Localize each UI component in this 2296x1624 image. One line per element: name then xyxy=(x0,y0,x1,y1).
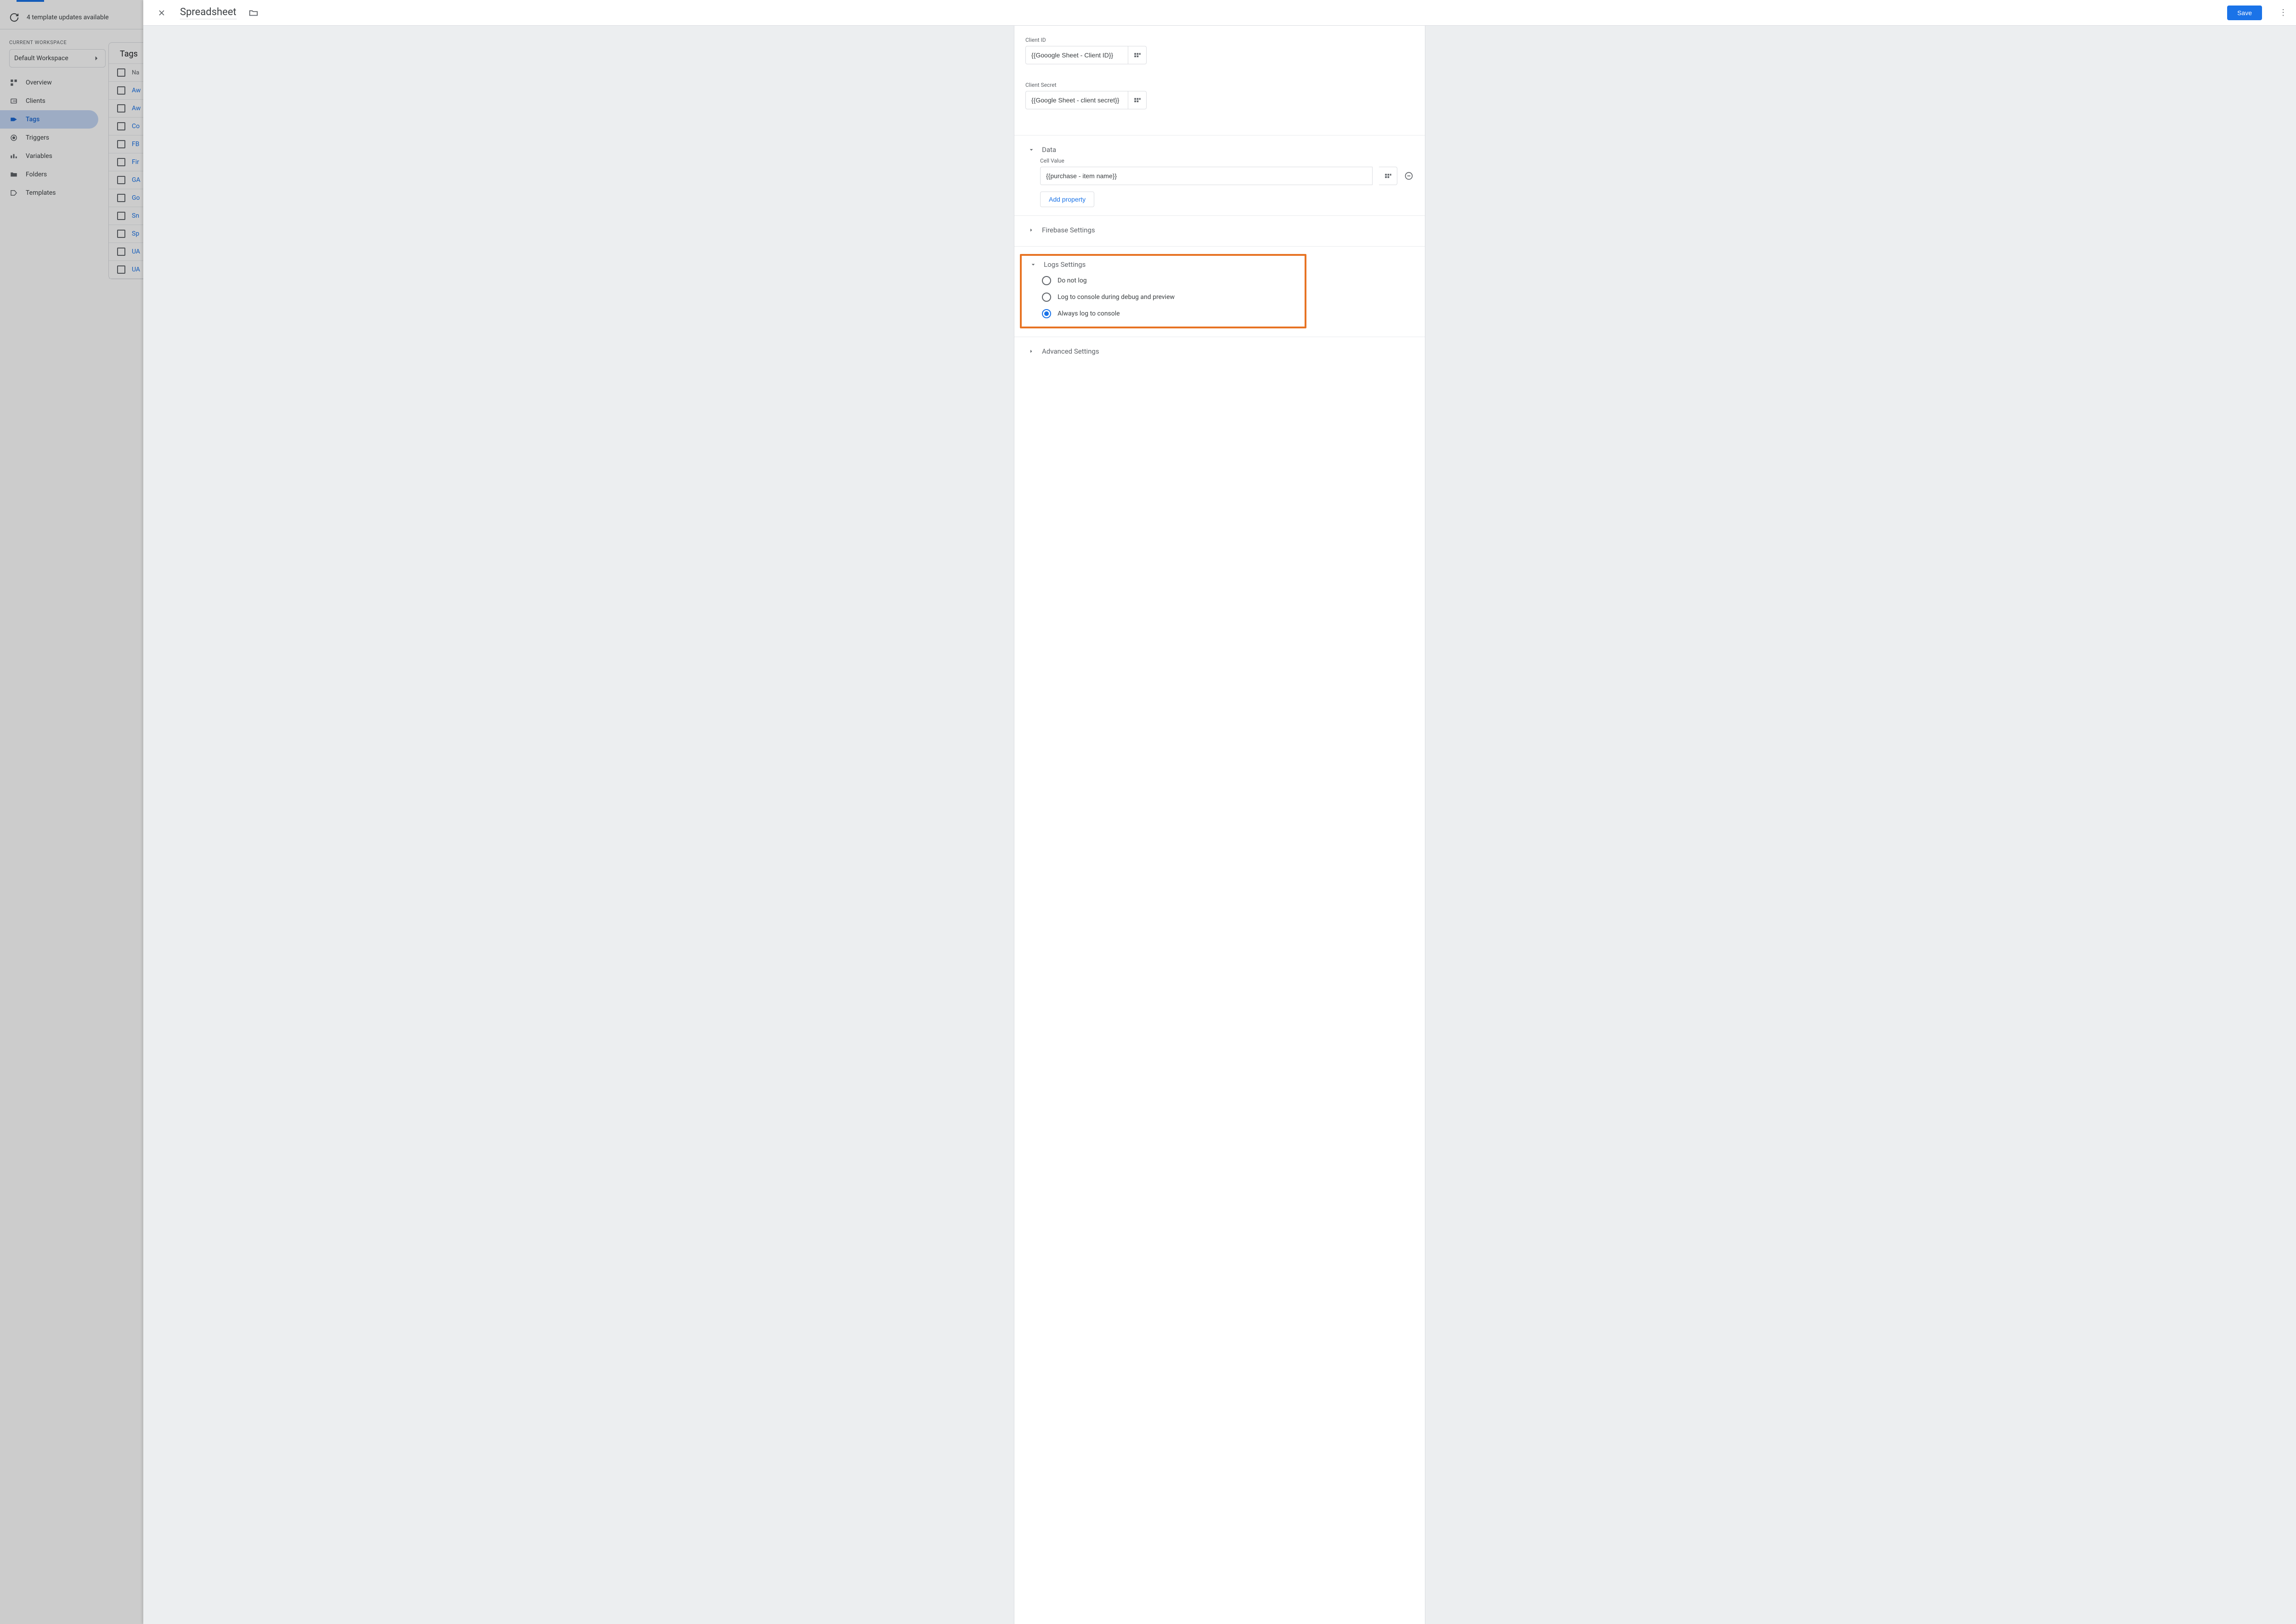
radio-label: Log to console during debug and preview xyxy=(1058,293,1175,301)
client-secret-input[interactable] xyxy=(1025,91,1128,109)
logs-section-header[interactable]: Logs Settings xyxy=(1022,258,1305,272)
config-card: Client ID Client Secret xyxy=(1014,26,1425,1624)
save-button[interactable]: Save xyxy=(2227,6,2262,20)
client-id-field: Client ID xyxy=(1014,37,1425,82)
variable-picker-icon[interactable] xyxy=(1128,91,1147,109)
log-option-debug[interactable]: Log to console during debug and preview xyxy=(1022,289,1305,305)
chevron-down-icon xyxy=(1029,260,1037,269)
close-icon[interactable] xyxy=(156,7,167,18)
field-label: Cell Value xyxy=(1014,158,1425,164)
chevron-right-icon xyxy=(1027,226,1035,234)
tag-editor-overlay: Spreadsheet Save ⋮ Client ID Client Secr… xyxy=(143,0,2296,1624)
radio-label: Always log to console xyxy=(1058,310,1120,317)
logs-settings-highlight: Logs Settings Do not log Log to console … xyxy=(1020,254,1306,328)
divider xyxy=(1014,215,1425,216)
more-menu-icon[interactable]: ⋮ xyxy=(2278,7,2289,18)
radio-label: Do not log xyxy=(1058,277,1087,284)
data-section-header[interactable]: Data xyxy=(1014,143,1425,158)
client-id-input[interactable] xyxy=(1025,46,1128,64)
variable-picker-icon[interactable] xyxy=(1379,167,1397,185)
chevron-right-icon xyxy=(1027,347,1035,355)
variable-picker-icon[interactable] xyxy=(1128,46,1147,64)
radio-icon[interactable] xyxy=(1042,309,1051,318)
cell-value-row xyxy=(1040,167,1414,185)
overlay-header: Spreadsheet Save ⋮ xyxy=(143,0,2296,26)
advanced-section-header[interactable]: Advanced Settings xyxy=(1014,344,1425,359)
overlay-title[interactable]: Spreadsheet xyxy=(180,6,236,19)
remove-row-icon[interactable] xyxy=(1404,171,1414,181)
add-property-button[interactable]: Add property xyxy=(1040,192,1094,207)
section-heading: Data xyxy=(1042,146,1056,154)
section-heading: Firebase Settings xyxy=(1042,226,1095,234)
firebase-section-header[interactable]: Firebase Settings xyxy=(1014,223,1425,238)
section-heading: Logs Settings xyxy=(1044,260,1086,269)
overlay-body: Client ID Client Secret xyxy=(143,26,2296,1624)
radio-icon[interactable] xyxy=(1042,276,1051,285)
section-heading: Advanced Settings xyxy=(1042,347,1099,355)
chevron-down-icon xyxy=(1027,146,1035,154)
folder-icon[interactable] xyxy=(248,8,259,18)
client-secret-field: Client Secret xyxy=(1014,82,1425,127)
field-label: Client ID xyxy=(1014,37,1425,43)
divider xyxy=(1014,246,1425,247)
log-option-none[interactable]: Do not log xyxy=(1022,272,1305,289)
field-label: Client Secret xyxy=(1014,82,1425,88)
radio-icon[interactable] xyxy=(1042,293,1051,302)
cell-value-input[interactable] xyxy=(1040,167,1373,185)
log-option-always[interactable]: Always log to console xyxy=(1022,305,1305,322)
